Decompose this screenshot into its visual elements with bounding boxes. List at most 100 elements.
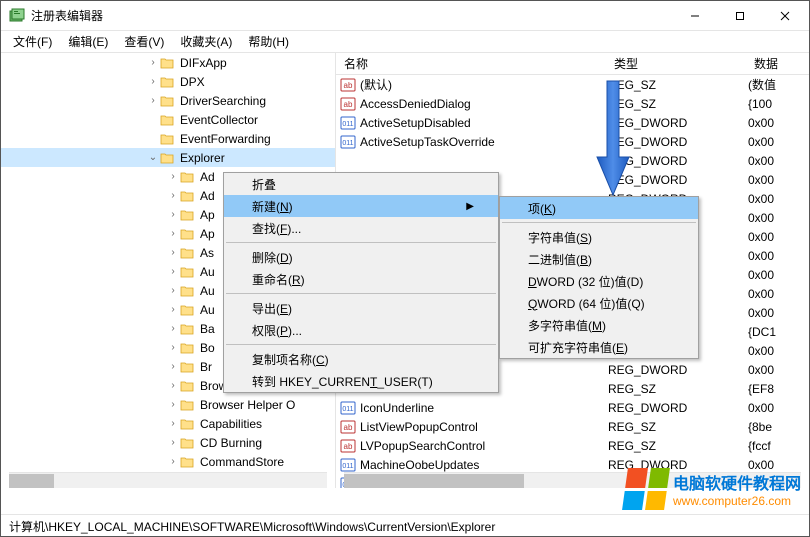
context-menu-item[interactable]: 权限(P)... xyxy=(224,319,498,341)
expander-icon[interactable]: › xyxy=(166,361,180,372)
list-row[interactable]: REG_DWORD0x00 xyxy=(336,151,809,170)
tree-item[interactable]: › CommandStore xyxy=(1,452,335,471)
submenu-item-label: QWORD (64 位)值(Q) xyxy=(528,295,645,312)
svg-text:ab: ab xyxy=(344,81,353,90)
tree-item[interactable]: › Browser Helper O xyxy=(1,395,335,414)
expander-icon[interactable]: › xyxy=(166,342,180,353)
tree-item[interactable]: ›DriverSearching xyxy=(1,91,335,110)
submenu-item[interactable]: 字符串值(S) xyxy=(500,226,698,248)
tree-item[interactable]: EventCollector xyxy=(1,110,335,129)
tree-item[interactable]: ›DIFxApp xyxy=(1,53,335,72)
context-menu-item[interactable]: 复制项名称(C) xyxy=(224,348,498,370)
context-menu-item[interactable]: 查找(F)... xyxy=(224,217,498,239)
expander-icon[interactable]: › xyxy=(146,57,160,68)
expander-icon[interactable]: › xyxy=(166,323,180,334)
submenu-item-label: 字符串值(S) xyxy=(528,229,592,246)
submenu-item[interactable]: 可扩充字符串值(E) xyxy=(500,336,698,358)
expander-icon[interactable]: › xyxy=(166,418,180,429)
value-name: LVPopupSearchControl xyxy=(360,439,608,453)
maximize-button[interactable] xyxy=(717,1,762,30)
expander-icon[interactable]: › xyxy=(166,171,180,182)
window-title: 注册表编辑器 xyxy=(31,7,672,24)
submenu-item[interactable]: QWORD (64 位)值(Q) xyxy=(500,292,698,314)
value-type: REG_SZ xyxy=(608,420,748,434)
menu-file[interactable]: 文件(F) xyxy=(5,31,60,52)
expander-icon[interactable]: › xyxy=(166,209,180,220)
svg-text:011: 011 xyxy=(342,463,353,470)
tree-item[interactable]: › CD Burning xyxy=(1,433,335,452)
list-row[interactable]: abLVPopupSearchControlREG_SZ{fccf xyxy=(336,436,809,455)
expander-icon[interactable]: › xyxy=(146,95,160,106)
context-item-label: 权限(P)... xyxy=(252,322,302,339)
tree-item-label: CommandStore xyxy=(200,455,284,469)
list-row[interactable]: ab(默认)REG_SZ(数值 xyxy=(336,75,809,94)
expander-icon[interactable]: › xyxy=(166,266,180,277)
windows-logo-icon xyxy=(622,468,670,510)
col-header-type[interactable]: 类型 xyxy=(606,55,746,72)
list-row[interactable]: 011ActiveSetupDisabledREG_DWORD0x00 xyxy=(336,113,809,132)
submenu-item[interactable]: 多字符串值(M) xyxy=(500,314,698,336)
menu-view[interactable]: 查看(V) xyxy=(116,31,172,52)
reg-value-icon: ab xyxy=(340,96,356,112)
tree-item-label: Browser Helper O xyxy=(200,398,295,412)
reg-value-icon: 011 xyxy=(340,457,356,473)
tree-item-label: Ba xyxy=(200,322,215,336)
col-header-name[interactable]: 名称 xyxy=(336,55,606,72)
close-button[interactable] xyxy=(762,1,807,30)
menu-edit[interactable]: 编辑(E) xyxy=(60,31,116,52)
expander-icon[interactable]: ⌄ xyxy=(146,152,160,163)
list-row[interactable]: 011ActiveSetupTaskOverrideREG_DWORD0x00 xyxy=(336,132,809,151)
submenu-item[interactable]: 二进制值(B) xyxy=(500,248,698,270)
folder-icon xyxy=(160,132,176,146)
context-menu-item[interactable]: 折叠 xyxy=(224,173,498,195)
tree-item[interactable]: ⌄ Explorer xyxy=(1,148,335,167)
expander-icon[interactable]: › xyxy=(166,380,180,391)
folder-icon xyxy=(180,379,196,393)
tree-item[interactable]: EventForwarding xyxy=(1,129,335,148)
list-row[interactable]: abListViewPopupControlREG_SZ{8be xyxy=(336,417,809,436)
submenu-item-label: 可扩充字符串值(E) xyxy=(528,339,628,356)
expander-icon[interactable]: › xyxy=(166,456,180,467)
expander-icon[interactable]: › xyxy=(166,247,180,258)
tree-item[interactable]: ›Capabilities xyxy=(1,414,335,433)
minimize-button[interactable] xyxy=(672,1,717,30)
titlebar: 注册表编辑器 xyxy=(1,1,809,31)
context-menu-item[interactable]: 转到 HKEY_CURRENT_USER(T) xyxy=(224,370,498,392)
context-menu-item[interactable]: 重命名(R) xyxy=(224,268,498,290)
context-menu-item[interactable]: 新建(N)▶ xyxy=(224,195,498,217)
value-type: REG_SZ xyxy=(608,382,748,396)
tree-item-label: Ap xyxy=(200,208,215,222)
list-row[interactable]: 011IconUnderlineREG_DWORD0x00 xyxy=(336,398,809,417)
tree-item-label: Au xyxy=(200,265,215,279)
context-item-label: 新建(N) xyxy=(252,198,293,215)
tree-item-label: As xyxy=(200,246,214,260)
expander-icon[interactable]: › xyxy=(166,399,180,410)
value-type: REG_DWORD xyxy=(608,401,748,415)
context-menu[interactable]: 折叠新建(N)▶查找(F)... 删除(D)重命名(R) 导出(E) 权限(P)...… xyxy=(223,172,499,393)
expander-icon[interactable]: › xyxy=(166,228,180,239)
value-data: 0x00 xyxy=(748,211,809,225)
menu-favorites[interactable]: 收藏夹(A) xyxy=(172,31,240,52)
statusbar: 计算机\HKEY_LOCAL_MACHINE\SOFTWARE\Microsof… xyxy=(1,514,809,536)
menu-help[interactable]: 帮助(H) xyxy=(240,31,297,52)
context-item-label: 转到 HKEY_CURRENT_USER(T) xyxy=(252,373,433,390)
context-submenu-new[interactable]: 项(K) 字符串值(S) 二进制值(B)DWORD (32 位)值(D) QWORD … xyxy=(499,196,699,359)
expander-icon[interactable]: › xyxy=(166,304,180,315)
col-header-data[interactable]: 数据 xyxy=(746,55,809,72)
context-menu-item[interactable]: 删除(D) xyxy=(224,246,498,268)
submenu-item[interactable]: 项(K) xyxy=(500,197,698,219)
tree-item-label: CD Burning xyxy=(200,436,262,450)
context-menu-item[interactable]: 导出(E) xyxy=(224,297,498,319)
tree-item-label: Explorer xyxy=(180,151,225,165)
tree-item[interactable]: ›DPX xyxy=(1,72,335,91)
value-data: {100 xyxy=(748,97,809,111)
list-row[interactable]: abAccessDeniedDialogREG_SZ{100 xyxy=(336,94,809,113)
expander-icon[interactable]: › xyxy=(146,76,160,87)
folder-icon xyxy=(180,360,196,374)
expander-icon[interactable]: › xyxy=(166,437,180,448)
expander-icon[interactable]: › xyxy=(166,285,180,296)
list-header[interactable]: 名称 类型 数据 xyxy=(336,53,809,75)
tree-hscroll[interactable] xyxy=(9,472,327,488)
expander-icon[interactable]: › xyxy=(166,190,180,201)
submenu-item[interactable]: DWORD (32 位)值(D) xyxy=(500,270,698,292)
